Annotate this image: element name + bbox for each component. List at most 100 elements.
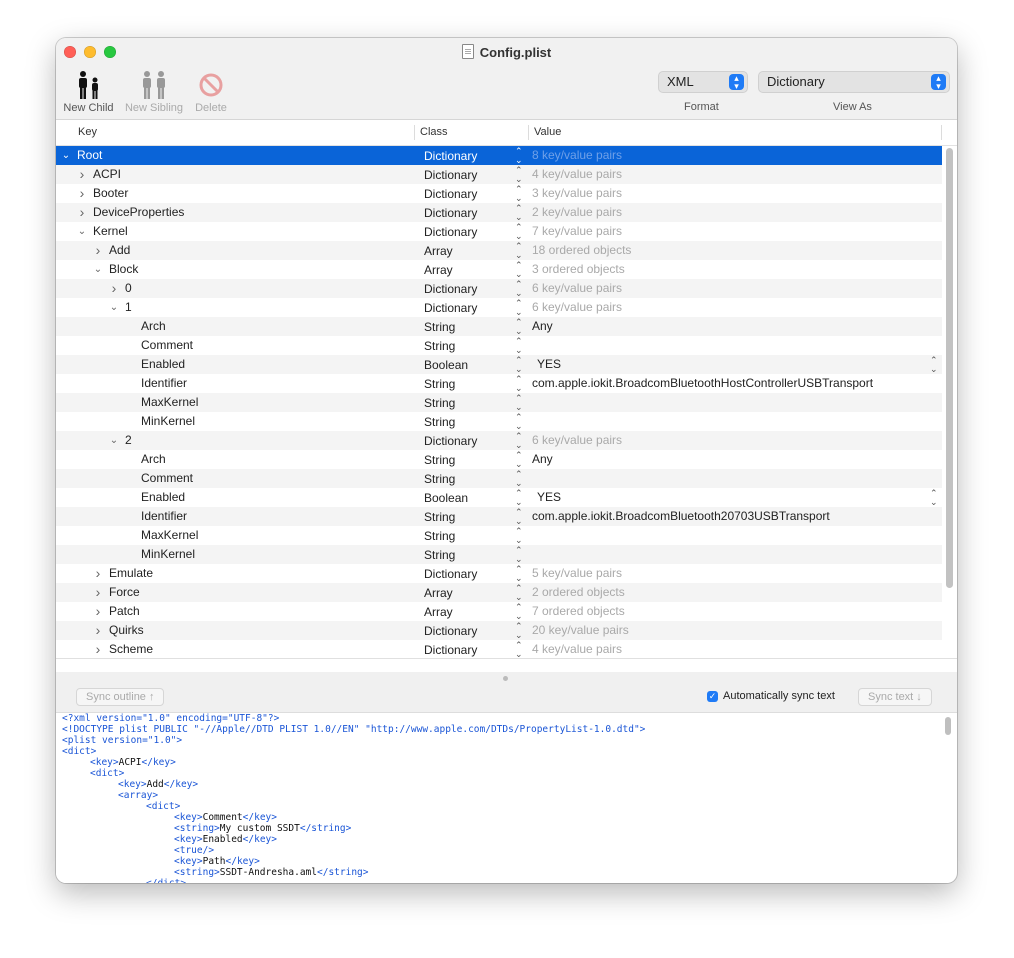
row-key[interactable]: Arch (141, 450, 166, 469)
outline-row[interactable]: Identifier String ⌃ ⌄ com.apple.iokit.Broadc… (56, 374, 942, 393)
outline-row[interactable]: Identifier String ⌃ ⌄ com.apple.iokit.Broadc… (56, 507, 942, 526)
column-separator[interactable] (414, 125, 415, 140)
sync-outline-button[interactable]: Sync outline ↑ (76, 688, 165, 706)
class-stepper-icon[interactable]: ⌃ ⌄ (515, 412, 523, 431)
split-divider[interactable] (56, 672, 957, 682)
class-stepper-icon[interactable]: ⌃ ⌄ (515, 298, 523, 317)
row-value[interactable]: com.apple.iokit.BroadcomBluetoothHostCon… (532, 374, 873, 393)
outline-row[interactable]: ⌄ Kernel Dictionary ⌃ ⌄ 7 key/value pairs (56, 222, 942, 241)
row-key[interactable]: Enabled (141, 355, 185, 374)
class-stepper-icon[interactable]: ⌃ ⌄ (515, 526, 523, 545)
row-value[interactable]: com.apple.iokit.BroadcomBluetooth20703US… (532, 507, 830, 526)
outline-row[interactable]: ⌄ 2 Dictionary ⌃ ⌄ 6 key/value pairs (56, 431, 942, 450)
row-key[interactable]: MaxKernel (141, 393, 198, 412)
column-header-key[interactable]: Key (78, 126, 97, 138)
row-class[interactable]: Dictionary (424, 432, 477, 451)
row-key[interactable]: Booter (93, 184, 128, 203)
row-class[interactable]: Dictionary (424, 185, 477, 204)
row-class[interactable]: Dictionary (424, 565, 477, 584)
row-key[interactable]: Emulate (109, 564, 153, 583)
row-class[interactable]: Array (424, 242, 453, 261)
row-key[interactable]: Force (109, 583, 140, 602)
row-key[interactable]: Identifier (141, 374, 187, 393)
row-key[interactable]: 2 (125, 431, 132, 450)
outline-row[interactable]: › 0 Dictionary ⌃ ⌄ 6 key/value pairs (56, 279, 942, 298)
outline-row[interactable]: › Force Array ⌃ ⌄ 2 ordered objects (56, 583, 942, 602)
class-stepper-icon[interactable]: ⌃ ⌄ (515, 374, 523, 393)
row-key[interactable]: Identifier (141, 507, 187, 526)
class-stepper-icon[interactable]: ⌃ ⌄ (515, 488, 523, 507)
row-value[interactable]: Any (532, 450, 553, 469)
class-stepper-icon[interactable]: ⌃ ⌄ (515, 146, 523, 165)
row-key[interactable]: MaxKernel (141, 526, 198, 545)
row-class[interactable]: String (424, 470, 455, 489)
view-as-popup[interactable]: Dictionary ▴ ▾ (758, 71, 950, 93)
outline-row[interactable]: › Patch Array ⌃ ⌄ 7 ordered objects (56, 602, 942, 621)
outline-row[interactable]: › Booter Dictionary ⌃ ⌄ 3 key/value pairs (56, 184, 942, 203)
disclosure-closed-icon[interactable]: › (76, 203, 88, 222)
class-stepper-icon[interactable]: ⌃ ⌄ (515, 507, 523, 526)
row-class[interactable]: Dictionary (424, 147, 477, 166)
class-stepper-icon[interactable]: ⌃ ⌄ (515, 317, 523, 336)
row-key[interactable]: Enabled (141, 488, 185, 507)
row-key[interactable]: Patch (109, 602, 140, 621)
row-key[interactable]: Comment (141, 336, 193, 355)
disclosure-closed-icon[interactable]: › (76, 184, 88, 203)
outline-row[interactable]: ⌄ Block Array ⌃ ⌄ 3 ordered objects (56, 260, 942, 279)
disclosure-closed-icon[interactable]: › (92, 241, 104, 260)
boolean-popup-icon[interactable]: ⌃ ⌄ (930, 488, 938, 507)
outline-row[interactable]: Enabled Boolean ⌃ ⌄ YES ⌃ ⌄ (56, 355, 942, 374)
outline-row[interactable]: MaxKernel String ⌃ ⌄ (56, 393, 942, 412)
row-class[interactable]: String (424, 375, 455, 394)
class-stepper-icon[interactable]: ⌃ ⌄ (515, 203, 523, 222)
class-stepper-icon[interactable]: ⌃ ⌄ (515, 583, 523, 602)
row-key[interactable]: 0 (125, 279, 132, 298)
disclosure-closed-icon[interactable]: › (92, 640, 104, 658)
class-stepper-icon[interactable]: ⌃ ⌄ (515, 165, 523, 184)
class-stepper-icon[interactable]: ⌃ ⌄ (515, 640, 523, 659)
divider-handle-icon[interactable] (503, 676, 508, 681)
row-class[interactable]: String (424, 451, 455, 470)
class-stepper-icon[interactable]: ⌃ ⌄ (515, 393, 523, 412)
disclosure-open-icon[interactable]: ⌄ (76, 222, 88, 241)
row-key[interactable]: Kernel (93, 222, 128, 241)
outline-row[interactable]: ⌄ 1 Dictionary ⌃ ⌄ 6 key/value pairs (56, 298, 942, 317)
disclosure-closed-icon[interactable]: › (108, 279, 120, 298)
disclosure-closed-icon[interactable]: › (92, 583, 104, 602)
xml-text-view[interactable]: <?xml version="1.0" encoding="UTF-8"?> <!… (56, 713, 948, 883)
row-class[interactable]: String (424, 413, 455, 432)
row-class[interactable]: String (424, 546, 455, 565)
outline-row[interactable]: Arch String ⌃ ⌄ Any (56, 317, 942, 336)
row-key[interactable]: Scheme (109, 640, 153, 658)
row-class[interactable]: Array (424, 603, 453, 622)
row-key[interactable]: Comment (141, 469, 193, 488)
outline-view[interactable]: ⌄ Root Dictionary ⌃ ⌄ 8 key/value pairs › ACPI D… (56, 146, 942, 658)
class-stepper-icon[interactable]: ⌃ ⌄ (515, 260, 523, 279)
column-header-value[interactable]: Value (534, 126, 561, 138)
class-stepper-icon[interactable]: ⌃ ⌄ (515, 355, 523, 374)
row-class[interactable]: Boolean (424, 356, 468, 375)
row-key[interactable]: Add (109, 241, 130, 260)
outline-row[interactable]: Comment String ⌃ ⌄ (56, 469, 942, 488)
row-class[interactable]: String (424, 527, 455, 546)
column-separator[interactable] (528, 125, 529, 140)
row-class[interactable]: Dictionary (424, 299, 477, 318)
outline-row[interactable]: › DeviceProperties Dictionary ⌃ ⌄ 2 key/value… (56, 203, 942, 222)
boolean-popup-icon[interactable]: ⌃ ⌄ (930, 355, 938, 374)
outline-row[interactable]: MinKernel String ⌃ ⌄ (56, 545, 942, 564)
outline-row[interactable]: › Add Array ⌃ ⌄ 18 ordered objects (56, 241, 942, 260)
disclosure-open-icon[interactable]: ⌄ (92, 260, 104, 279)
disclosure-open-icon[interactable]: ⌄ (108, 431, 120, 450)
disclosure-closed-icon[interactable]: › (92, 621, 104, 640)
outline-row[interactable]: ⌄ Root Dictionary ⌃ ⌄ 8 key/value pairs (56, 146, 942, 165)
outline-row[interactable]: MaxKernel String ⌃ ⌄ (56, 526, 942, 545)
class-stepper-icon[interactable]: ⌃ ⌄ (515, 279, 523, 298)
row-value[interactable]: Any (532, 317, 553, 336)
row-value[interactable]: YES (537, 488, 561, 507)
row-class[interactable]: String (424, 337, 455, 356)
class-stepper-icon[interactable]: ⌃ ⌄ (515, 621, 523, 640)
outline-row[interactable]: › Scheme Dictionary ⌃ ⌄ 4 key/value pairs (56, 640, 942, 659)
class-stepper-icon[interactable]: ⌃ ⌄ (515, 469, 523, 488)
row-value[interactable]: YES (537, 355, 561, 374)
class-stepper-icon[interactable]: ⌃ ⌄ (515, 602, 523, 621)
